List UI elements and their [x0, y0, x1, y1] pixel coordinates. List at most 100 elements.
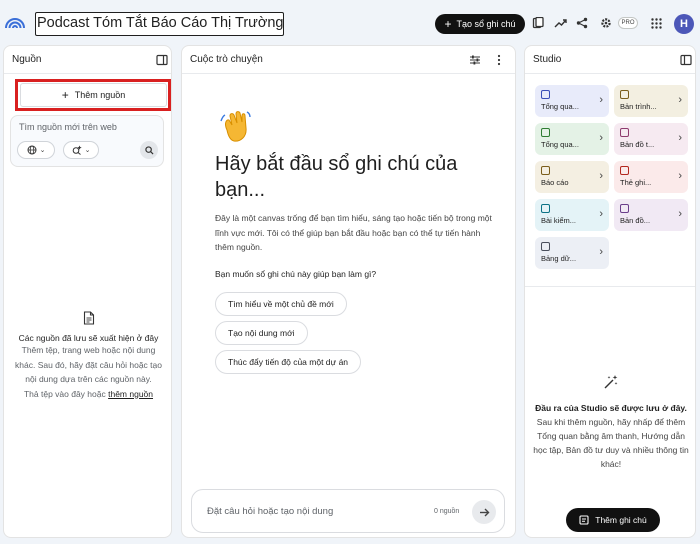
quiz-icon [541, 204, 550, 213]
infographic-icon [620, 204, 629, 213]
share-icon[interactable] [573, 14, 591, 32]
web-search-box: Tìm nguồn mới trên web ⌄ ⌄ [10, 115, 164, 167]
chat-description: Đây là một canvas trống để bạn tìm hiểu,… [215, 213, 492, 252]
studio-card-label: Thẻ ghi... [620, 178, 652, 187]
empty-desc-line: Thêm tệp, trang web hoặc nội dung [21, 345, 156, 355]
studio-card-label: Bảng dữ... [541, 254, 577, 263]
studio-card-label: Bản trình... [620, 102, 657, 111]
chat-input-box[interactable]: Đặt câu hỏi hoặc tạo nội dung 0 nguồn [191, 489, 505, 533]
add-source-label: Thêm nguồn [74, 90, 126, 100]
studio-title: Studio [533, 54, 562, 65]
top-bar: Podcast Tóm Tắt Báo Cáo Thị Trường Q3 + … [0, 0, 700, 46]
studio-empty-desc: Sau khi thêm nguồn, hãy nhấp để thêm Tổn… [533, 417, 689, 469]
create-notebook-button[interactable]: + Tạo sổ ghi chú [435, 14, 525, 34]
empty-desc-line: Thả tệp vào đây hoặc thêm nguồn [10, 387, 167, 402]
chevron-right-icon: › [678, 132, 682, 144]
video-overview-icon [620, 90, 629, 99]
source-count: 0 nguồn [434, 508, 460, 515]
studio-panel: Studio Tổng qua... › Bản trình... › Tổng qua… [524, 45, 696, 538]
create-notebook-label: Tạo sổ ghi chú [456, 19, 516, 29]
chat-heading: Hãy bắt đầu sổ ghi chú của bạn... [215, 153, 458, 201]
plus-icon: + [61, 88, 69, 102]
audio-overview-icon [541, 90, 550, 99]
studio-card-label: Bản đồ t... [620, 140, 655, 149]
studio-card[interactable]: Tổng qua... › [535, 85, 609, 117]
collapse-panel-icon[interactable] [680, 54, 692, 66]
studio-card-label: Bản đồ... [620, 216, 651, 225]
document-icon [83, 311, 94, 325]
notebook-logo-icon[interactable] [4, 13, 26, 29]
chat-header: Cuộc trò chuyện [182, 46, 515, 74]
sources-empty-desc: Thêm tệp, trang web hoặc nội dung khác. … [4, 343, 171, 402]
chat-title: Cuộc trò chuyện [190, 54, 263, 65]
studio-card[interactable]: Tổng qua... › [535, 123, 609, 155]
studio-empty-title: Đầu ra của Studio sẽ được lưu ở đây. [535, 403, 687, 413]
studio-card[interactable]: Bản trình... › [614, 85, 688, 117]
send-button[interactable] [472, 500, 496, 524]
data-table-icon [541, 242, 550, 251]
studio-card-label: Báo cáo [541, 178, 569, 187]
web-source-dropdown[interactable]: ⌄ [17, 141, 55, 159]
add-note-label: Thêm ghi chú [595, 515, 647, 525]
plus-icon: + [444, 17, 452, 31]
more-options-icon[interactable] [493, 54, 505, 66]
studio-empty-state: Đầu ra của Studio sẽ được lưu ở đây. Sau… [533, 374, 689, 471]
drop-files-text: Thả tệp vào đây hoặc [23, 388, 106, 399]
suggestion-chip[interactable]: Thúc đẩy tiến độ của một dự án [215, 350, 362, 374]
chevron-right-icon: › [599, 208, 603, 220]
studio-card[interactable]: Thẻ ghi... › [614, 161, 688, 193]
chevron-right-icon: › [678, 94, 682, 106]
chevron-right-icon: › [678, 170, 682, 182]
flashcards-icon [620, 166, 629, 175]
waving-hand-icon [220, 111, 251, 142]
chevron-down-icon: ⌄ [84, 147, 91, 154]
chevron-right-icon: › [599, 94, 603, 106]
settings-icon[interactable] [597, 14, 615, 32]
chevron-down-icon: ⌄ [39, 147, 46, 154]
studio-card[interactable]: Bản đồ... › [614, 199, 688, 231]
chat-panel: Cuộc trò chuyện Hãy bắt đầu sổ ghi chú c… [181, 45, 516, 538]
pro-badge: PRO [618, 17, 638, 29]
suggestion-chip[interactable]: Tìm hiểu về một chủ đề mới [215, 292, 347, 316]
avatar[interactable]: H [674, 14, 694, 34]
collapse-panel-icon[interactable] [156, 54, 168, 66]
apps-grid-icon[interactable] [647, 14, 665, 32]
empty-desc-line: khác. Sau đó, hãy đặt câu hỏi hoặc tạo [15, 359, 162, 370]
studio-card[interactable]: Bảng dữ... › [535, 237, 609, 269]
divider [525, 286, 695, 287]
chat-input[interactable]: Đặt câu hỏi hoặc tạo nội dung [207, 506, 333, 517]
web-search-input[interactable]: Tìm nguồn mới trên web [19, 122, 117, 132]
add-note-button[interactable]: Thêm ghi chú [566, 508, 660, 532]
chevron-right-icon: › [678, 208, 682, 220]
empty-desc-line: nội dung dựa trên các nguồn này. [25, 374, 152, 384]
search-icon [144, 145, 154, 155]
magic-wand-icon [604, 375, 618, 389]
research-mode-dropdown[interactable]: ⌄ [63, 141, 99, 159]
trend-icon[interactable] [551, 14, 569, 32]
add-source-link[interactable]: thêm nguồn [108, 389, 153, 399]
globe-icon [27, 145, 37, 155]
add-source-button[interactable]: + Thêm nguồn [20, 83, 167, 107]
analytics-icon[interactable] [529, 14, 547, 32]
studio-card-label: Tổng qua... [541, 102, 579, 111]
sources-empty-state: Các nguồn đã lưu sẽ xuất hiện ở đây Thêm… [4, 311, 171, 402]
studio-card[interactable]: Báo cáo › [535, 161, 609, 193]
studio-card[interactable]: Bản đồ t... › [614, 123, 688, 155]
sources-panel: Nguồn + Thêm nguồn Tìm nguồn mới trên we… [3, 45, 172, 538]
studio-card[interactable]: Bài kiểm... › [535, 199, 609, 231]
suggestion-chip[interactable]: Tạo nội dung mới [215, 321, 308, 345]
tune-icon[interactable] [469, 54, 481, 66]
sources-empty-title: Các nguồn đã lưu sẽ xuất hiện ở đây [18, 333, 159, 343]
studio-header: Studio [525, 46, 695, 74]
chevron-right-icon: › [599, 246, 603, 258]
search-button[interactable] [140, 141, 158, 159]
fast-research-icon [72, 145, 82, 155]
study-guide-icon [541, 128, 550, 137]
studio-card-label: Bài kiểm... [541, 216, 577, 225]
studio-card-label: Tổng qua... [541, 140, 579, 149]
notebook-title-input[interactable]: Podcast Tóm Tắt Báo Cáo Thị Trường Q3 [35, 12, 284, 36]
arrow-right-icon [479, 508, 489, 516]
sources-title: Nguồn [12, 54, 42, 65]
chevron-right-icon: › [599, 170, 603, 182]
chevron-right-icon: › [599, 132, 603, 144]
